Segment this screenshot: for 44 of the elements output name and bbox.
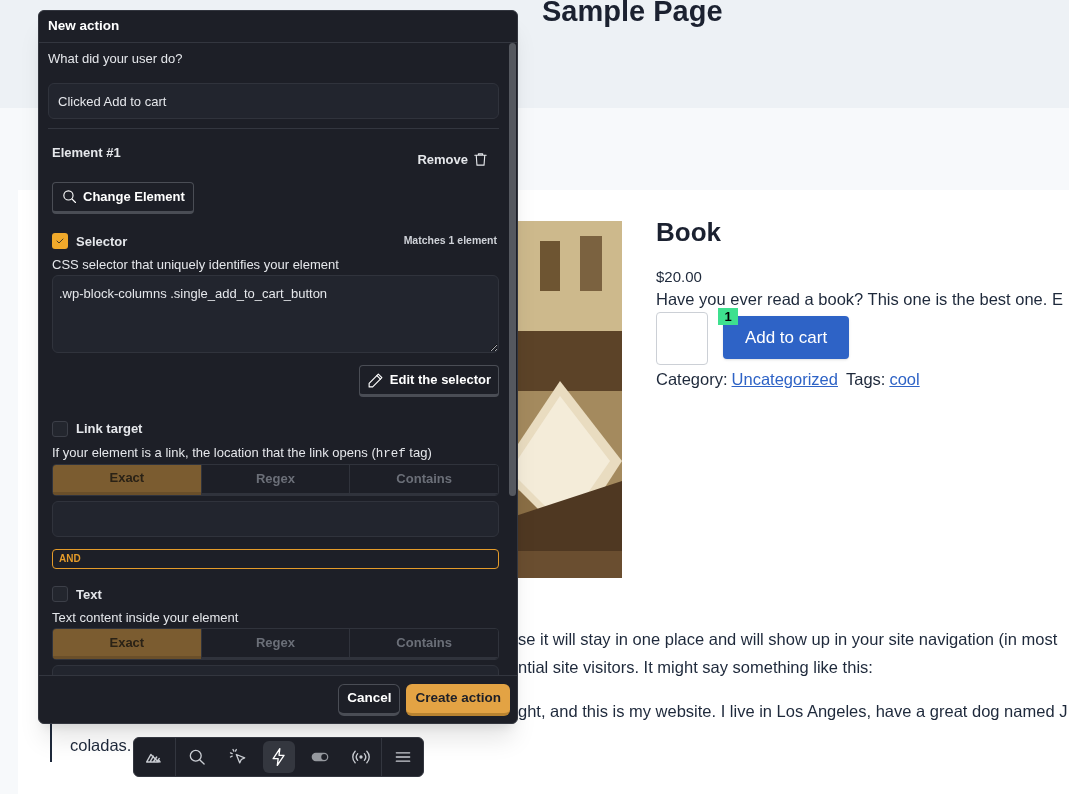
checkbox[interactable] (52, 420, 68, 437)
trash-icon (472, 151, 489, 169)
cancel-button[interactable]: Cancel (338, 683, 401, 716)
element-title: Element #1 (52, 145, 121, 161)
checkbox-label: Text (76, 585, 102, 604)
product-description: Have you ever read a book? This one is the best one. E (656, 289, 1063, 309)
scrollbar-thumb[interactable] (509, 43, 516, 496)
match-mode-tab[interactable]: Regex (200, 464, 350, 495)
product-price: $20.00 (656, 268, 703, 286)
match-mode-tab[interactable]: Contains (349, 629, 498, 659)
tag-link[interactable]: cool (889, 369, 920, 389)
product-title: Book (656, 217, 722, 247)
field-description: If your element is a link, the location that the link opens (href tag) (51, 444, 433, 462)
category-label: Category: (656, 369, 728, 389)
action-name-field[interactable]: Clicked Add to cart (48, 83, 499, 119)
question-label: What did your user do? (48, 51, 184, 67)
match-mode-tab[interactable]: Regex (200, 629, 350, 659)
match-count: Matches 1 element (403, 233, 498, 249)
search-icon (61, 188, 78, 205)
hint-badge: 1 (718, 308, 738, 325)
field-description: Text content inside your element (51, 610, 240, 626)
match-mode-tab[interactable]: Contains (349, 464, 498, 495)
page-title: Sample Page (542, 0, 723, 29)
create-action-button[interactable]: Create action (406, 683, 510, 716)
tags-label: Tags: (845, 369, 886, 389)
pencil-icon (366, 371, 384, 389)
field-description: CSS selector that uniquely identifies your element (51, 257, 340, 273)
toolbar-button[interactable] (262, 741, 295, 773)
and-connector: AND (52, 548, 499, 569)
checkbox-label: Link target (76, 420, 143, 438)
paragraph-line: se it will stay in one place and will show up in your site navigation (in most (518, 629, 1058, 650)
quote-line: ght, and this is my website. I live in Los Angeles, have a great dog named J (518, 701, 1068, 721)
checkbox-label: Selector (76, 232, 128, 251)
checkbox[interactable] (52, 233, 68, 250)
paragraph-line: ntial site visitors. It might say something like this: (518, 657, 874, 678)
category-link[interactable]: Uncategorized (731, 369, 838, 389)
panel-title: New action (48, 17, 120, 36)
selector-field[interactable]: .wp-block-columns .single_add_to_cart_button (52, 275, 499, 353)
remove-button[interactable]: Remove (417, 150, 489, 170)
edit-selector-button[interactable]: Edit the selector (358, 365, 499, 397)
checkbox[interactable] (52, 586, 68, 603)
change-element-button[interactable]: Change Element (52, 181, 194, 214)
quote-line: coladas. (70, 735, 132, 755)
quantity-field[interactable] (656, 312, 708, 365)
